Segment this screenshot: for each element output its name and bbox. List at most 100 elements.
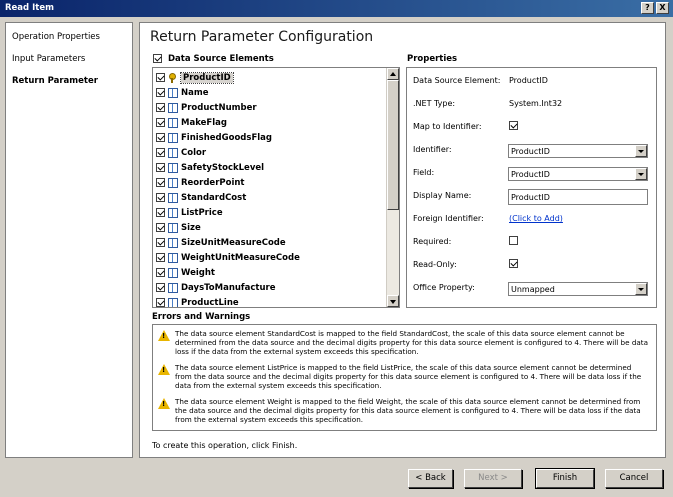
scroll-thumb[interactable] <box>387 80 399 210</box>
column-icon <box>168 222 178 233</box>
column-icon <box>168 192 178 203</box>
warning-icon <box>158 398 170 409</box>
list-item[interactable]: StandardCost <box>156 190 246 205</box>
column-icon <box>168 282 178 293</box>
list-item[interactable]: ListPrice <box>156 205 223 220</box>
finish-button[interactable]: Finish <box>535 468 595 489</box>
list-item[interactable]: Weight <box>156 265 215 280</box>
cancel-button[interactable]: Cancel <box>605 469 663 488</box>
office-property-dropdown[interactable]: Unmapped <box>508 282 648 296</box>
element-label: Name <box>181 87 209 98</box>
data-source-element-label: Data Source Element: <box>413 76 501 85</box>
element-checkbox[interactable] <box>156 268 165 277</box>
field-label: Field: <box>413 168 435 177</box>
required-checkbox[interactable] <box>509 236 518 245</box>
properties-header: Properties <box>407 54 458 64</box>
warning-text: The data source element Weight is mapped… <box>175 397 641 424</box>
page-title: Return Parameter Configuration <box>150 29 374 45</box>
column-icon <box>168 177 178 188</box>
list-item[interactable]: SafetyStockLevel <box>156 160 264 175</box>
data-source-elements-list[interactable]: ProductID Name ProductNumber MakeFlag Finish… <box>152 67 400 308</box>
dialog-body: Operation Properties Input Parameters Re… <box>0 17 673 497</box>
element-checkbox[interactable] <box>156 73 165 82</box>
element-label: SizeUnitMeasureCode <box>181 237 286 248</box>
list-item[interactable]: ProductLine <box>156 295 239 308</box>
chevron-down-icon[interactable] <box>635 168 647 180</box>
key-icon <box>168 72 178 83</box>
select-all-checkbox[interactable] <box>153 54 162 63</box>
list-item[interactable]: SizeUnitMeasureCode <box>156 235 286 250</box>
column-icon <box>168 297 178 307</box>
element-checkbox[interactable] <box>156 298 165 307</box>
list-item[interactable]: Name <box>156 85 208 100</box>
net-type-value: System.Int32 <box>509 99 563 108</box>
element-label: WeightUnitMeasureCode <box>181 252 300 263</box>
list-item[interactable]: ProductID <box>156 70 234 85</box>
identifier-value: ProductID <box>511 147 550 156</box>
element-checkbox[interactable] <box>156 88 165 97</box>
identifier-dropdown[interactable]: ProductID <box>508 144 648 158</box>
column-icon <box>168 237 178 248</box>
list-item[interactable]: Size <box>156 220 201 235</box>
help-button[interactable]: ? <box>641 2 654 14</box>
list-item[interactable]: DaysToManufacture <box>156 280 275 295</box>
back-button[interactable]: < Back <box>408 469 453 488</box>
element-checkbox[interactable] <box>156 148 165 157</box>
properties-panel: Data Source Element: ProductID .NET Type… <box>406 67 657 308</box>
office-property-label: Office Property: <box>413 283 475 292</box>
map-to-identifier-checkbox[interactable] <box>509 121 518 130</box>
element-checkbox[interactable] <box>156 208 165 217</box>
nav-item-input-parameters[interactable]: Input Parameters <box>12 54 85 64</box>
next-button[interactable]: Next > <box>464 469 522 488</box>
list-scrollbar[interactable] <box>386 68 399 307</box>
element-checkbox[interactable] <box>156 178 165 187</box>
element-label: ProductLine <box>181 297 239 308</box>
element-checkbox[interactable] <box>156 283 165 292</box>
list-item[interactable]: MakeFlag <box>156 115 227 130</box>
scroll-down-button[interactable] <box>387 295 399 307</box>
element-checkbox[interactable] <box>156 163 165 172</box>
scroll-up-button[interactable] <box>387 68 399 80</box>
nav-item-return-parameter[interactable]: Return Parameter <box>12 76 98 86</box>
element-label: ProductNumber <box>181 102 257 113</box>
field-dropdown[interactable]: ProductID <box>508 167 648 181</box>
errors-panel: The data source element StandardCost is … <box>152 324 657 431</box>
display-name-input[interactable]: ProductID <box>508 189 648 205</box>
foreign-identifier-label: Foreign Identifier: <box>413 214 484 223</box>
data-source-elements-header: Data Source Elements <box>153 54 274 64</box>
element-checkbox[interactable] <box>156 103 165 112</box>
required-label: Required: <box>413 237 452 246</box>
list-item[interactable]: ProductNumber <box>156 100 257 115</box>
warning-item: The data source element Weight is mapped… <box>158 397 648 424</box>
element-label: MakeFlag <box>181 117 227 128</box>
nav-item-operation-properties[interactable]: Operation Properties <box>12 32 100 42</box>
element-checkbox[interactable] <box>156 238 165 247</box>
read-only-checkbox[interactable] <box>509 259 518 268</box>
chevron-down-icon[interactable] <box>635 283 647 295</box>
identifier-label: Identifier: <box>413 145 452 154</box>
element-checkbox[interactable] <box>156 193 165 202</box>
window-title: Read Item <box>5 3 54 13</box>
foreign-identifier-add-link[interactable]: (Click to Add) <box>509 214 563 223</box>
list-item[interactable]: ReorderPoint <box>156 175 244 190</box>
read-only-label: Read-Only: <box>413 260 457 269</box>
list-item[interactable]: FinishedGoodsFlag <box>156 130 272 145</box>
warning-icon <box>158 364 170 375</box>
element-checkbox[interactable] <box>156 253 165 262</box>
column-icon <box>168 162 178 173</box>
wizard-nav: Operation Properties Input Parameters Re… <box>5 22 133 458</box>
column-icon <box>168 132 178 143</box>
element-checkbox[interactable] <box>156 133 165 142</box>
list-item[interactable]: WeightUnitMeasureCode <box>156 250 300 265</box>
column-icon <box>168 207 178 218</box>
data-source-elements-label: Data Source Elements <box>168 54 274 64</box>
element-label: FinishedGoodsFlag <box>181 132 272 143</box>
finish-instruction: To create this operation, click Finish. <box>152 441 298 450</box>
list-item[interactable]: Color <box>156 145 206 160</box>
close-button[interactable]: X <box>656 2 669 14</box>
element-checkbox[interactable] <box>156 118 165 127</box>
chevron-down-icon[interactable] <box>635 145 647 157</box>
column-icon <box>168 102 178 113</box>
warning-text: The data source element ListPrice is map… <box>175 363 642 390</box>
element-checkbox[interactable] <box>156 223 165 232</box>
